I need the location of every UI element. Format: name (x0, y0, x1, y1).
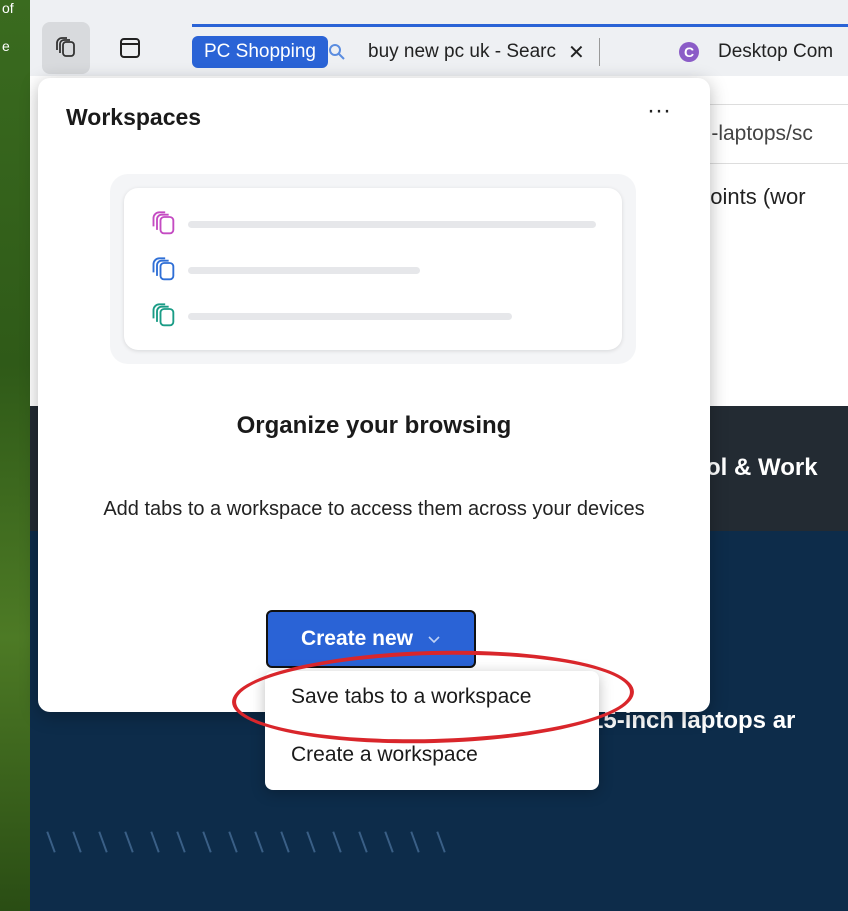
panel-heading: Organize your browsing (236, 412, 512, 439)
tab-bar: PC Shopping buy new pc uk - Searc ✕ C De… (30, 0, 848, 76)
placeholder-line (188, 266, 420, 274)
workspace-icon (152, 257, 175, 281)
pattern-stroke (332, 831, 342, 853)
site-icon: C (679, 42, 699, 62)
placeholder-line (188, 312, 512, 320)
pattern-stroke (176, 831, 186, 853)
desktop-text-fragment: e (2, 38, 10, 54)
workspaces-button[interactable] (42, 22, 90, 74)
chevron-down-icon (428, 636, 440, 644)
placeholder-line (188, 220, 596, 228)
illustration-card (124, 188, 622, 350)
close-icon[interactable]: ✕ (568, 40, 585, 65)
search-icon (329, 44, 345, 60)
tab-search[interactable]: buy new pc uk - Searc ✕ (328, 34, 600, 70)
pattern-stroke (436, 831, 446, 853)
tab-group-line (192, 24, 848, 27)
tab-desktop[interactable]: C Desktop Com (678, 34, 833, 70)
workspaces-icon (56, 37, 75, 57)
illustration-row (150, 256, 420, 284)
tab-group-chip[interactable]: PC Shopping (192, 36, 328, 68)
pattern-stroke (46, 831, 56, 853)
more-options-button[interactable]: ··· (638, 96, 680, 132)
pattern-stroke (254, 831, 264, 853)
pattern-stroke (410, 831, 420, 853)
create-new-label: Create new (300, 627, 414, 650)
workspaces-illustration (110, 174, 636, 364)
workspace-icon (152, 211, 175, 235)
tab-label: Desktop Com (718, 41, 834, 62)
desktop-text-fragment: of (2, 0, 14, 16)
vertical-tabs-icon (120, 38, 140, 58)
pattern-stroke (358, 831, 368, 853)
panel-description: Add tabs to a workspace to access them a… (103, 498, 645, 520)
pattern-stroke (306, 831, 316, 853)
tab-divider (598, 38, 600, 66)
address-bar[interactable]: ll-laptops/sc (690, 104, 848, 164)
pattern-stroke (280, 831, 290, 853)
pattern-stroke (228, 831, 238, 853)
banner-text: ol & Work (706, 454, 818, 481)
page-text: points (wor (698, 184, 806, 209)
illustration-row (150, 302, 512, 330)
tab-label: buy new pc uk - Searc (368, 41, 556, 62)
pattern-stroke (72, 831, 82, 853)
workspace-icon (152, 303, 175, 327)
pattern-stroke (124, 831, 134, 853)
panel-title: Workspaces (66, 104, 202, 130)
svg-text:C: C (684, 44, 694, 60)
menu-item-create-workspace[interactable]: Create a workspace (291, 743, 478, 767)
pattern-stroke (384, 831, 394, 853)
workspaces-panel: Workspaces ··· Organize your browsing Ad… (38, 78, 710, 712)
pattern-stroke (98, 831, 108, 853)
desktop-background: of e (0, 0, 30, 911)
vertical-tabs-button[interactable] (106, 22, 154, 74)
illustration-row (150, 210, 596, 238)
pattern-stroke (150, 831, 160, 853)
pattern-stroke (202, 831, 212, 853)
